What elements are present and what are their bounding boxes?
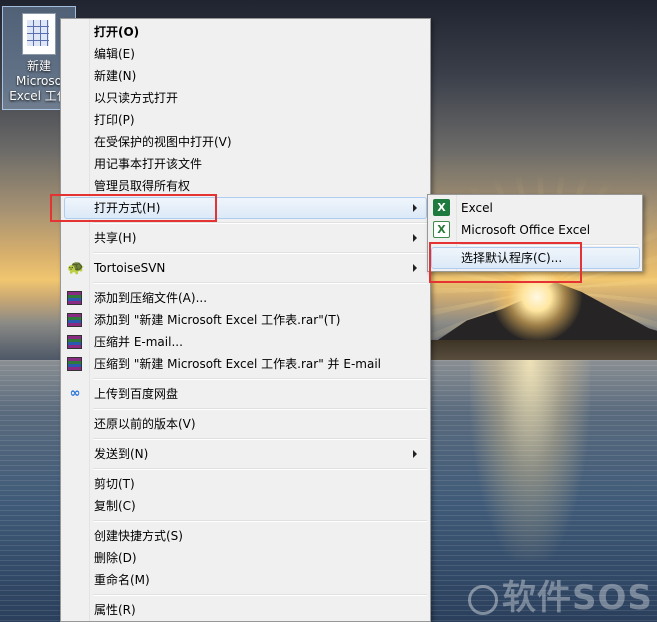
menu-item-open-readonly[interactable]: 以只读方式打开 (64, 87, 427, 109)
menu-item-label: 在受保护的视图中打开(V) (94, 135, 232, 149)
menu-separator (93, 252, 427, 254)
menu-item-open-protected-view[interactable]: 在受保护的视图中打开(V) (64, 131, 427, 153)
menu-item-open-with-notepad[interactable]: 用记事本打开该文件 (64, 153, 427, 175)
menu-separator (93, 438, 427, 440)
menu-item-label: 删除(D) (94, 551, 137, 565)
menu-item-tortoisesvn[interactable]: 🐢 TortoiseSVN (64, 257, 427, 279)
menu-item-label: 剪切(T) (94, 477, 135, 491)
winrar-icon (67, 291, 82, 305)
menu-item-label: 添加到压缩文件(A)... (94, 291, 208, 305)
shoreline (430, 340, 657, 362)
menu-item-create-shortcut[interactable]: 创建快捷方式(S) (64, 525, 427, 547)
menu-item-label: 以只读方式打开 (94, 91, 179, 105)
submenu-item-label: Microsoft Office Excel (461, 223, 591, 237)
menu-separator (93, 408, 427, 410)
winrar-icon (67, 357, 82, 371)
submenu-item-excel[interactable]: X Excel (431, 197, 640, 219)
submenu-arrow-icon (413, 264, 417, 272)
annotation-box-open-with (50, 194, 217, 222)
winrar-icon (67, 313, 82, 327)
menu-separator (93, 468, 427, 470)
submenu-arrow-icon (413, 450, 417, 458)
menu-item-label: 用记事本打开该文件 (94, 157, 203, 171)
menu-separator (93, 222, 427, 224)
submenu-item-office-excel[interactable]: X Microsoft Office Excel (431, 219, 640, 241)
tortoisesvn-icon: 🐢 (67, 260, 85, 276)
watermark: 软件SOS (468, 570, 653, 619)
menu-item-copy[interactable]: 复制(C) (64, 495, 427, 517)
excel-file-icon (22, 13, 56, 55)
menu-item-label: 压缩到 "新建 Microsoft Excel 工作表.rar" 并 E-mai… (94, 357, 381, 371)
menu-item-label: 复制(C) (94, 499, 136, 513)
menu-item-label: 属性(R) (94, 603, 136, 617)
context-menu: 打开(O) 编辑(E) 新建(N) 以只读方式打开 打印(P) 在受保护的视图中… (60, 18, 431, 622)
menu-item-label: 共享(H) (94, 231, 137, 245)
menu-item-label: 发送到(N) (94, 447, 149, 461)
menu-item-edit[interactable]: 编辑(E) (64, 43, 427, 65)
menu-item-label: 打印(P) (94, 113, 135, 127)
menu-item-upload-baidu[interactable]: ∞ 上传到百度网盘 (64, 383, 427, 405)
menu-item-label: 创建快捷方式(S) (94, 529, 183, 543)
submenu-arrow-icon (413, 234, 417, 242)
watermark-logo-icon (468, 584, 498, 615)
menu-item-label: 压缩并 E-mail... (94, 335, 183, 349)
menu-item-label: 添加到 "新建 Microsoft Excel 工作表.rar"(T) (94, 313, 341, 327)
menu-item-restore-previous[interactable]: 还原以前的版本(V) (64, 413, 427, 435)
excel-legacy-icon: X (433, 221, 450, 238)
menu-item-label: TortoiseSVN (94, 261, 166, 275)
menu-item-add-to-rar[interactable]: 添加到 "新建 Microsoft Excel 工作表.rar"(T) (64, 309, 427, 331)
menu-separator (93, 594, 427, 596)
menu-item-label: 新建(N) (94, 69, 137, 83)
menu-item-open[interactable]: 打开(O) (64, 21, 427, 43)
menu-item-label: 重命名(M) (94, 573, 150, 587)
menu-item-compress-email[interactable]: 压缩并 E-mail... (64, 331, 427, 353)
menu-item-print[interactable]: 打印(P) (64, 109, 427, 131)
watermark-text: 软件SOS (502, 578, 653, 618)
menu-separator (93, 520, 427, 522)
menu-item-properties[interactable]: 属性(R) (64, 599, 427, 621)
menu-item-label: 编辑(E) (94, 47, 135, 61)
menu-item-label: 还原以前的版本(V) (94, 417, 196, 431)
menu-item-label: 上传到百度网盘 (94, 387, 179, 401)
menu-item-send-to[interactable]: 发送到(N) (64, 443, 427, 465)
menu-item-compress-to-rar-email[interactable]: 压缩到 "新建 Microsoft Excel 工作表.rar" 并 E-mai… (64, 353, 427, 375)
annotation-box-choose-default (429, 242, 582, 283)
submenu-item-label: Excel (461, 201, 493, 215)
menu-item-share[interactable]: 共享(H) (64, 227, 427, 249)
menu-separator (93, 378, 427, 380)
menu-item-label: 打开(O) (94, 25, 140, 39)
menu-item-rename[interactable]: 重命名(M) (64, 569, 427, 591)
winrar-icon (67, 335, 82, 349)
baidu-netdisk-icon: ∞ (69, 386, 81, 401)
submenu-arrow-icon (413, 204, 417, 212)
menu-item-new[interactable]: 新建(N) (64, 65, 427, 87)
excel-icon: X (433, 199, 450, 216)
menu-item-cut[interactable]: 剪切(T) (64, 473, 427, 495)
menu-item-delete[interactable]: 删除(D) (64, 547, 427, 569)
water-glare (470, 360, 590, 560)
menu-separator (93, 282, 427, 284)
menu-item-add-to-archive[interactable]: 添加到压缩文件(A)... (64, 287, 427, 309)
